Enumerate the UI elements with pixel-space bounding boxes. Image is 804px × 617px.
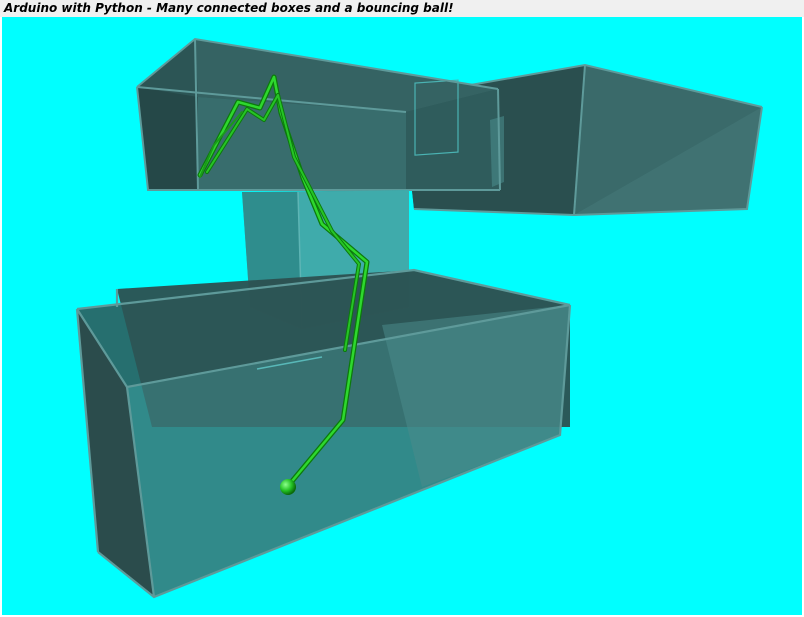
3d-viewport[interactable] xyxy=(2,17,802,615)
scene-canvas[interactable] xyxy=(2,17,802,615)
upper-box xyxy=(136,37,504,191)
window-title: Arduino with Python - Many connected box… xyxy=(0,0,804,17)
ball xyxy=(280,479,296,495)
lower-box xyxy=(75,268,572,599)
